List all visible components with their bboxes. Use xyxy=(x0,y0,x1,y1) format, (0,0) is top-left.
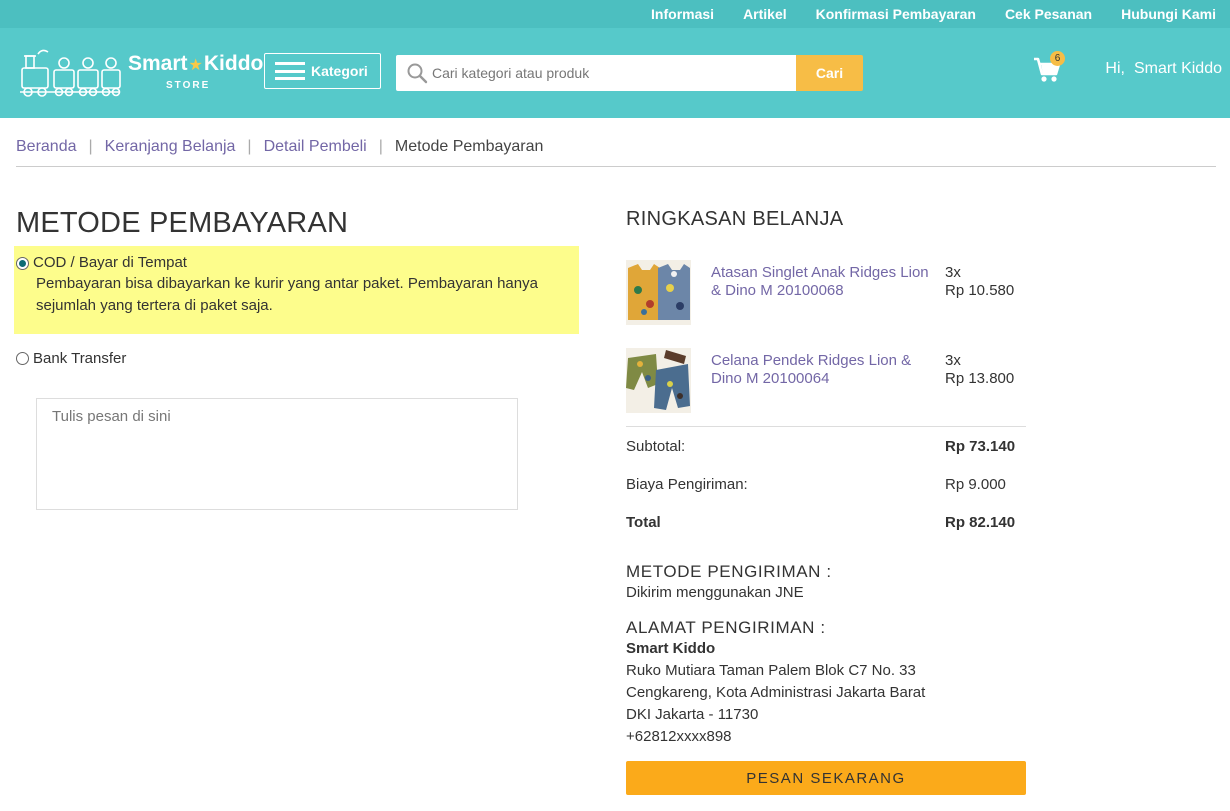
breadcrumb-separator: | xyxy=(88,138,93,155)
shipping-cost-label: Biaya Pengiriman: xyxy=(626,476,748,493)
search-icon xyxy=(402,55,432,91)
greeting-user-name: Smart Kiddo xyxy=(1133,60,1222,77)
store-logo[interactable]: Smart★Kiddo STORE xyxy=(16,48,263,98)
cart-item-price: Rp 10.580 xyxy=(945,282,1015,299)
cart-item: Celana Pendek Ridges Lion & Dino M 20100… xyxy=(626,348,1026,414)
total-label: Total xyxy=(626,514,661,531)
subtotal-value: Rp 73.140 xyxy=(945,438,1016,455)
address-line-1: Ruko Mutiara Taman Palem Blok C7 No. 33 xyxy=(626,662,916,679)
user-greeting[interactable]: Hi, Smart Kiddo xyxy=(1105,60,1222,78)
cart-item-price: Rp 13.800 xyxy=(945,370,1015,387)
shipping-address-title: ALAMAT PENGIRIMAN : xyxy=(626,618,826,637)
cart-item: Atasan Singlet Anak Ridges Lion & Dino M… xyxy=(626,260,1026,326)
breadcrumb-separator: | xyxy=(247,138,252,155)
main-header: Smart★Kiddo STORE Kategori Cari 6 Hi, Sma… xyxy=(0,28,1230,118)
cart-item-name[interactable]: Celana Pendek Ridges Lion & Dino M 20100… xyxy=(711,352,931,388)
cod-option-label[interactable]: COD / Bayar di Tempat xyxy=(33,254,187,271)
greeting-hi: Hi, xyxy=(1105,60,1125,77)
top-nav-konfirmasi-pembayaran[interactable]: Konfirmasi Pembayaran xyxy=(816,6,976,22)
breadcrumb-separator: | xyxy=(378,138,383,155)
kategori-button[interactable]: Kategori xyxy=(264,53,381,89)
shipping-method-text: Dikirim menggunakan JNE xyxy=(626,584,804,601)
breadcrumb: Beranda | Keranjang Belanja | Detail Pem… xyxy=(16,138,543,156)
star-icon: ★ xyxy=(188,57,203,74)
summary-divider xyxy=(626,426,1026,427)
top-bar: Informasi Artikel Konfirmasi Pembayaran … xyxy=(0,0,1230,28)
shorts-product-icon[interactable] xyxy=(626,348,691,413)
summary-title: RINGKASAN BELANJA xyxy=(626,208,844,230)
cart-item-qty: 3x xyxy=(945,352,961,369)
address-line-2: Cengkareng, Kota Administrasi Jakarta Ba… xyxy=(626,684,926,701)
top-nav-cek-pesanan[interactable]: Cek Pesanan xyxy=(1005,6,1092,22)
message-textarea[interactable] xyxy=(36,398,518,510)
hamburger-menu-icon xyxy=(275,62,305,80)
top-nav-hubungi-kami[interactable]: Hubungi Kami xyxy=(1121,6,1216,22)
cod-radio[interactable] xyxy=(16,257,29,270)
search-bar xyxy=(396,55,796,91)
address-line-3: DKI Jakarta - 11730 xyxy=(626,706,759,723)
top-nav-informasi[interactable]: Informasi xyxy=(651,6,714,22)
bank-transfer-label[interactable]: Bank Transfer xyxy=(33,350,126,367)
train-logo-icon xyxy=(20,49,121,97)
order-now-button[interactable]: PESAN SEKARANG xyxy=(626,761,1026,795)
kategori-label: Kategori xyxy=(311,63,368,79)
top-nav-artikel[interactable]: Artikel xyxy=(743,6,787,22)
subtotal-label: Subtotal: xyxy=(626,438,686,455)
breadcrumb-current: Metode Pembayaran xyxy=(394,138,544,155)
address-phone: +62812xxxx898 xyxy=(626,728,732,745)
search-button[interactable]: Cari xyxy=(796,55,863,91)
cart-item-name[interactable]: Atasan Singlet Anak Ridges Lion & Dino M… xyxy=(711,264,931,300)
cart-item-qty: 3x xyxy=(945,264,961,281)
singlet-product-icon[interactable] xyxy=(626,260,691,325)
cart-count-badge: 6 xyxy=(1050,51,1065,66)
address-name: Smart Kiddo xyxy=(626,640,716,657)
breadcrumb-keranjang-belanja[interactable]: Keranjang Belanja xyxy=(105,138,236,156)
total-value: Rp 82.140 xyxy=(945,514,1016,531)
bank-transfer-radio[interactable] xyxy=(16,352,29,365)
breadcrumb-detail-pembeli[interactable]: Detail Pembeli xyxy=(264,138,367,156)
top-nav: Informasi Artikel Konfirmasi Pembayaran … xyxy=(622,0,1216,28)
breadcrumb-divider xyxy=(16,166,1216,167)
shipping-cost-value: Rp 9.000 xyxy=(945,476,1006,493)
logo-wordmark: Smart★Kiddo xyxy=(128,52,264,75)
shipping-method-title: METODE PENGIRIMAN : xyxy=(626,562,832,581)
logo-subtitle: STORE xyxy=(166,80,211,91)
page-title: METODE PEMBAYARAN xyxy=(16,207,349,239)
breadcrumb-beranda[interactable]: Beranda xyxy=(16,138,77,156)
search-input[interactable] xyxy=(432,56,792,90)
cod-option-description: Pembayaran bisa dibayarkan ke kurir yang… xyxy=(36,275,538,314)
